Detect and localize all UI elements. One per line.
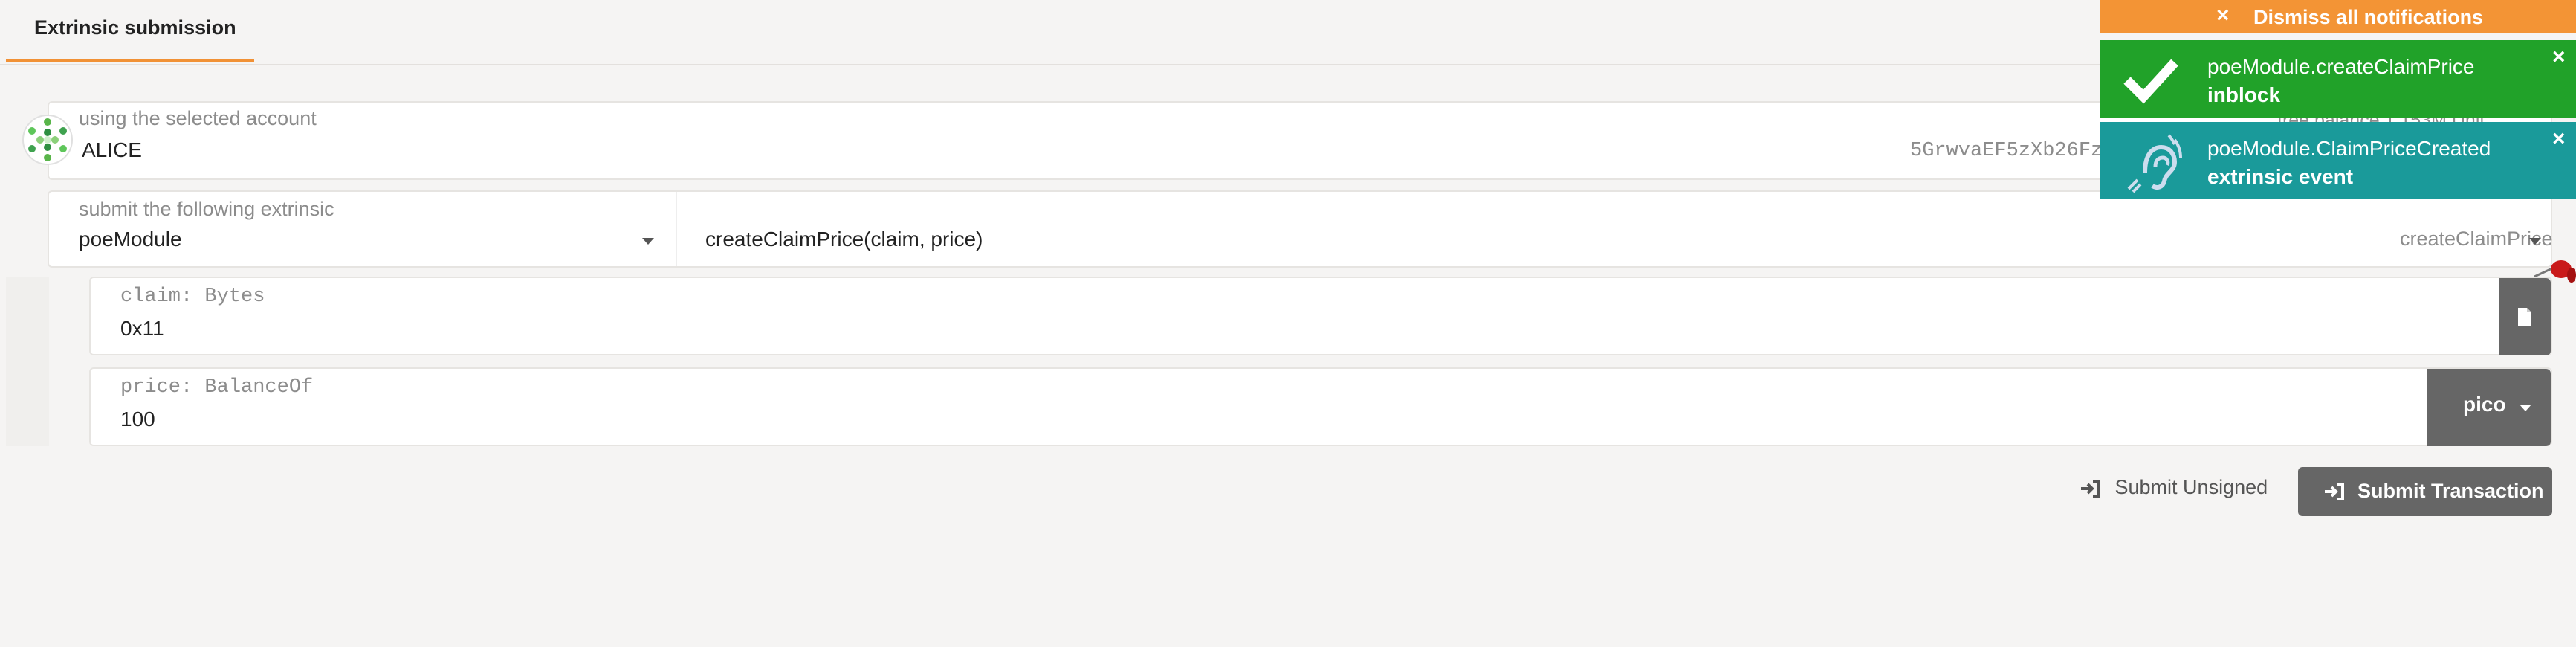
chevron-down-icon [2520,405,2531,411]
extrinsic-selector: submit the following extrinsic poeModule… [48,190,2553,268]
file-icon [2518,308,2531,326]
notification-title: poeModule.createClaimPrice [2207,55,2475,78]
param-indent [6,277,49,446]
dismiss-all-notifications-button[interactable]: × Dismiss all notifications [2100,0,2576,33]
submit-unsigned-label: Submit Unsigned [2114,476,2268,498]
close-icon[interactable]: × [2552,45,2566,70]
claim-input[interactable]: 0x11 [120,317,164,341]
claim-param[interactable]: claim: Bytes 0x11 [89,277,2552,355]
sign-in-icon [2081,479,2100,498]
notification-extrinsic-event: poeModule.ClaimPriceCreated extrinsic ev… [2100,122,2576,199]
account-address: 5GrwvaEF5zXb26Fz [1910,140,2103,162]
submit-transaction-label: Submit Transaction [2357,480,2544,502]
claim-label: claim: Bytes [120,286,265,308]
assistive-listening-icon [2127,134,2182,193]
notification-status: extrinsic event [2207,165,2354,188]
submit-unsigned-button[interactable]: Submit Unsigned [2080,476,2268,499]
close-icon: × [2216,3,2230,28]
file-upload-button[interactable] [2499,278,2551,355]
identicon-avatar [22,115,73,165]
chevron-down-icon [642,238,654,245]
module-value: poeModule [79,228,182,251]
chevron-down-icon [2529,238,2541,245]
unit-value: pico [2463,393,2506,416]
tab-extrinsic-submission[interactable]: Extrinsic submission [6,0,254,62]
price-param[interactable]: price: BalanceOf 100 [89,367,2552,446]
account-label: using the selected account [79,107,317,129]
account-name: ALICE [82,138,142,161]
tab-label: Extrinsic submission [34,16,236,39]
module-dropdown[interactable]: poeModule [49,192,673,266]
dismiss-all-label: Dismiss all notifications [2253,6,2484,28]
method-signature: createClaimPrice(claim, price) [705,228,983,251]
check-icon [2123,59,2178,104]
price-input[interactable]: 100 [120,408,155,431]
sign-in-icon [2325,483,2344,500]
submit-transaction-button[interactable]: Submit Transaction [2298,467,2552,516]
notification-inblock: poeModule.createClaimPrice inblock × [2100,40,2576,118]
unit-dropdown[interactable]: pico [2427,369,2551,446]
close-icon[interactable]: × [2552,126,2566,152]
method-dropdown[interactable]: createClaimPrice(claim, price) createCla… [676,192,2553,266]
notification-status: inblock [2207,83,2281,106]
notification-title: poeModule.ClaimPriceCreated [2207,137,2491,160]
price-label: price: BalanceOf [120,376,314,399]
